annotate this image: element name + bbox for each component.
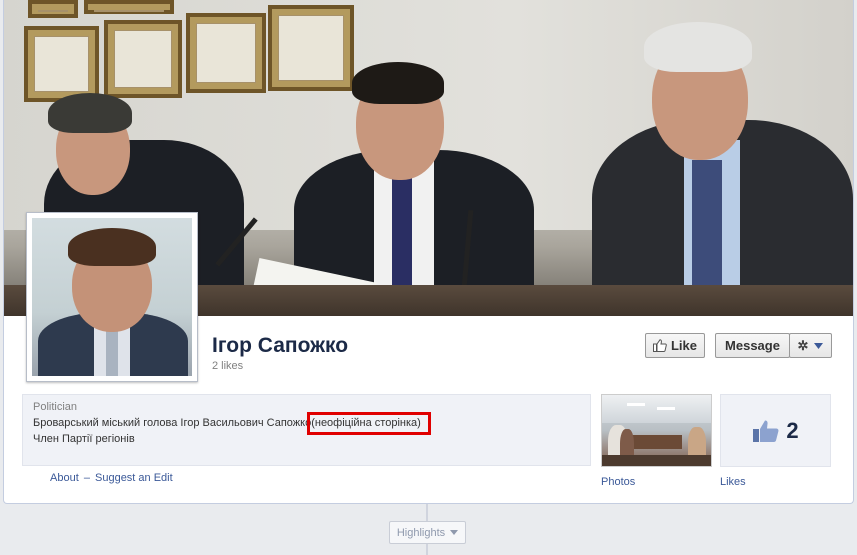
highlights-dropdown[interactable]: Highlights	[389, 521, 466, 544]
likes-app-box[interactable]: 2	[720, 394, 831, 467]
highlights-label: Highlights	[396, 526, 446, 539]
thumbs-up-icon	[753, 420, 779, 442]
wall-certificate	[24, 26, 99, 102]
gear-icon: ✲	[797, 337, 809, 353]
wall-certificate	[28, 0, 78, 18]
chevron-down-icon	[814, 342, 824, 349]
likes-app-value: 2	[786, 417, 799, 443]
message-button-label: Message	[725, 338, 780, 353]
photos-app-label[interactable]: Photos	[601, 476, 635, 488]
likes-count: 2 likes	[212, 360, 244, 372]
page-header-frame: Ігор Сапожко 2 likes Like Message ✲ Poli…	[3, 0, 854, 504]
description-main: Броварський міський голова Ігор Васильов…	[33, 417, 312, 429]
annotation-highlight-box	[307, 412, 431, 435]
settings-dropdown-button[interactable]: ✲	[789, 333, 832, 358]
wall-certificate	[84, 0, 174, 14]
about-links: About – Suggest an Edit	[50, 472, 173, 484]
thumbs-up-icon	[652, 339, 667, 352]
like-button-label: Like	[670, 338, 697, 353]
chevron-down-icon	[450, 530, 459, 535]
wall-certificate	[104, 20, 182, 98]
page-category: Politician	[33, 401, 78, 413]
suggest-edit-link[interactable]: Suggest an Edit	[95, 472, 173, 484]
likes-app-label[interactable]: Likes	[720, 476, 746, 488]
page-title[interactable]: Ігор Сапожко	[212, 334, 348, 358]
page-description-line2: Член Партії регіонів	[33, 433, 135, 445]
about-link[interactable]: About	[50, 472, 79, 484]
like-button[interactable]: Like	[645, 333, 705, 358]
message-button[interactable]: Message	[715, 333, 790, 358]
profile-photo	[32, 218, 192, 376]
photos-app-thumbnail[interactable]	[601, 394, 712, 467]
profile-picture[interactable]	[26, 212, 198, 382]
link-separator: –	[83, 472, 90, 484]
wall-certificate	[268, 5, 354, 91]
wall-certificate	[186, 13, 266, 93]
